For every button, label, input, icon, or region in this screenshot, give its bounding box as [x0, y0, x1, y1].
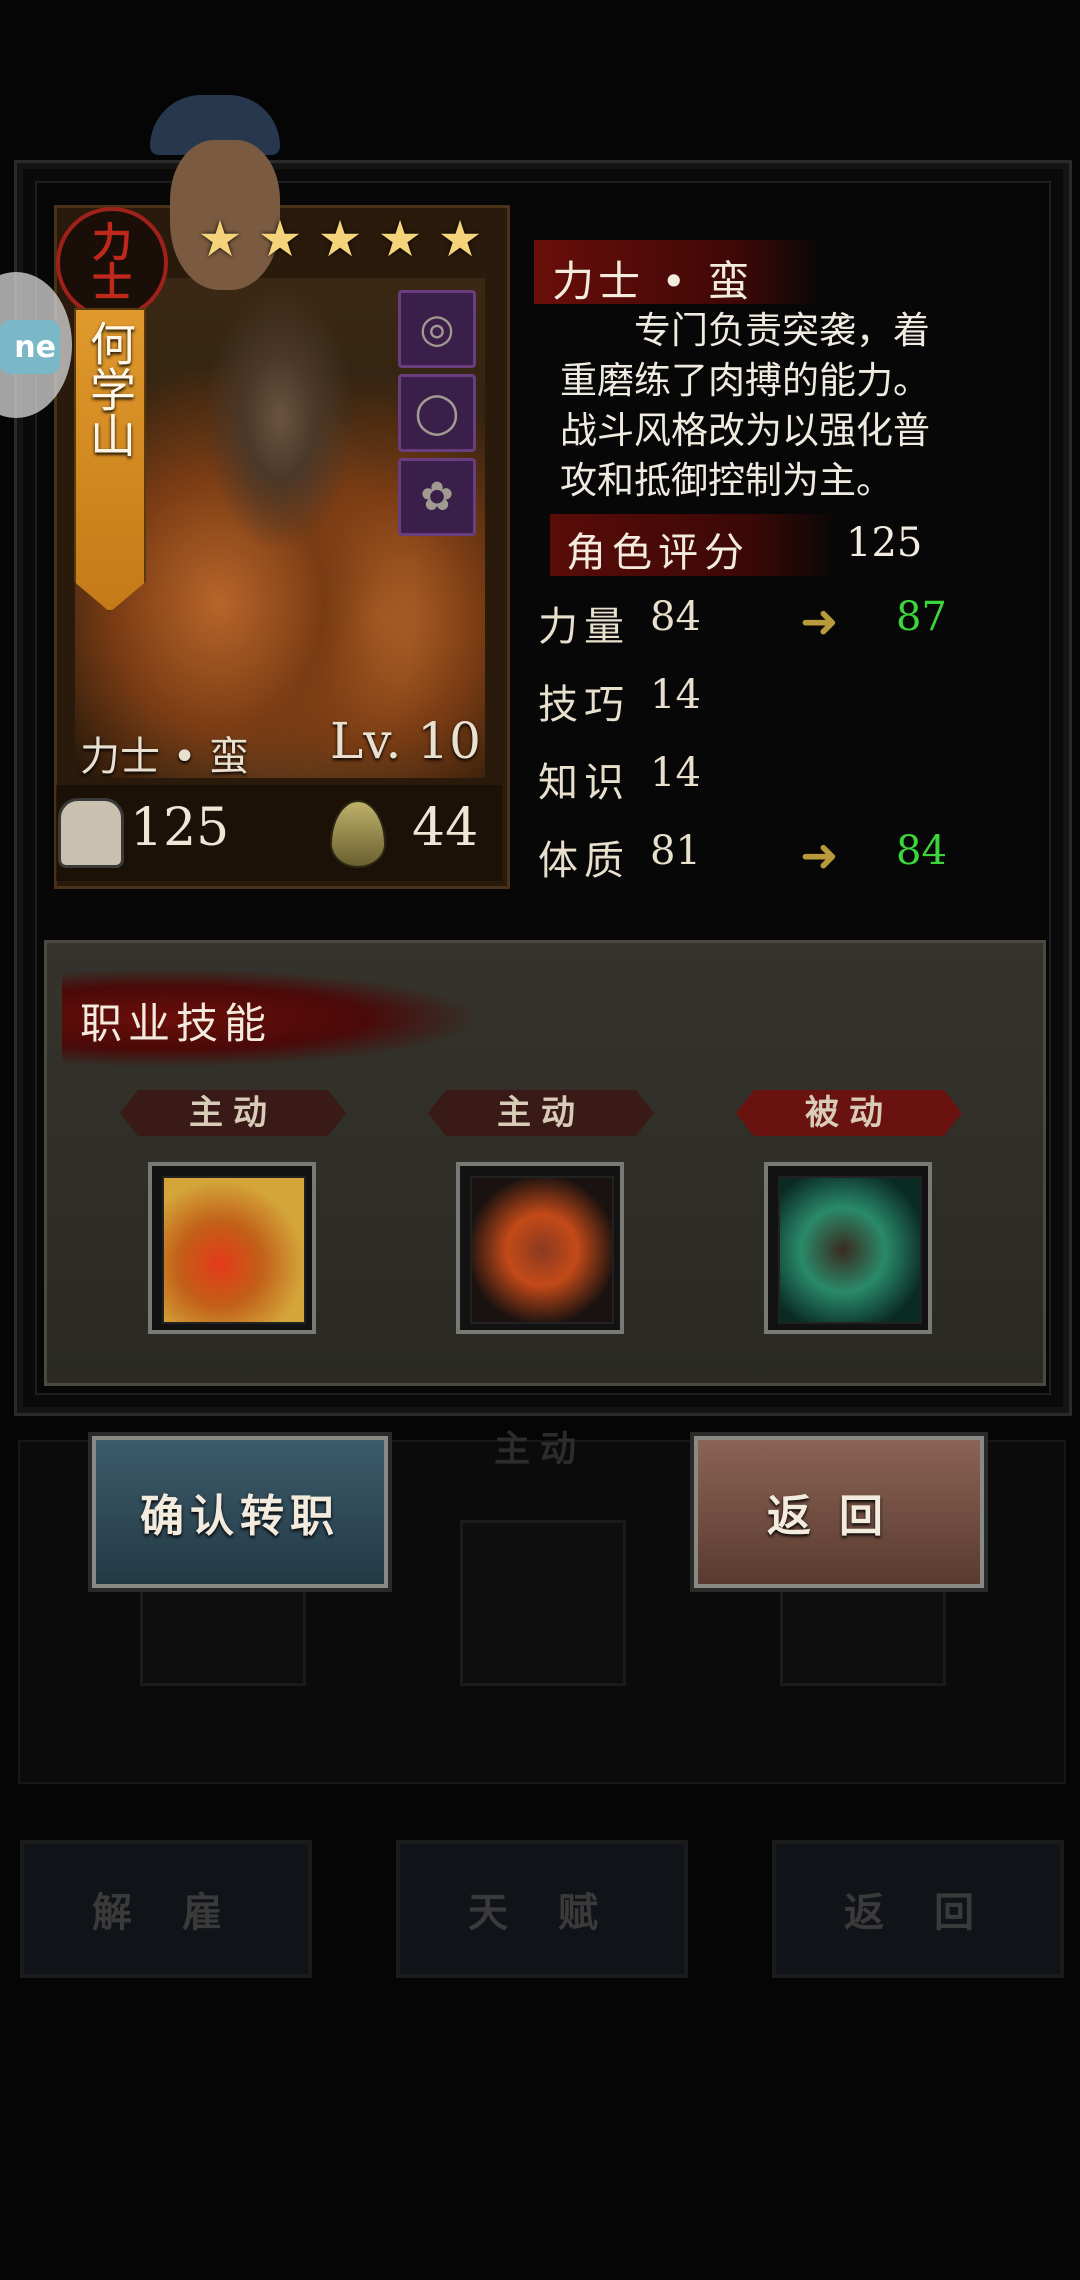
score-label: 角色评分	[566, 530, 750, 576]
star-icon: ★	[197, 210, 243, 268]
stamina-value: 44	[412, 798, 479, 858]
star-rating: ★ ★ ★ ★ ★	[196, 210, 484, 268]
background-skill-slot	[460, 1520, 626, 1686]
stat-value-strength: 84	[650, 594, 701, 640]
equipment-slot-ring[interactable]: ◯	[398, 374, 476, 452]
score-value: 125	[846, 520, 923, 566]
ring-icon: ◎	[419, 306, 455, 352]
fist-icon	[58, 798, 124, 868]
stat-value-constitution: 81	[650, 828, 701, 874]
arrow-right-icon: ➜	[800, 594, 839, 648]
background-dismiss-button: 解 雇	[20, 1840, 312, 1978]
skills-title: 职业技能	[80, 999, 273, 1048]
charm-icon: ✿	[420, 474, 454, 520]
floating-assistant-chip[interactable]: ne	[0, 320, 60, 374]
stat-value-knowledge: 14	[650, 750, 701, 796]
equipment-slot-charm[interactable]: ✿	[398, 458, 476, 536]
stat-label-skill: 技巧	[538, 682, 630, 728]
star-icon: ★	[437, 210, 483, 268]
class-badge-text: 力士	[92, 219, 132, 306]
star-icon: ★	[377, 210, 423, 268]
stat-new-strength: 87	[896, 594, 947, 640]
confirm-class-change-button[interactable]: 确认转职	[88, 1432, 392, 1592]
class-title: 力士 • 蛮	[552, 257, 754, 306]
skill-slot-2[interactable]	[456, 1162, 624, 1334]
ring-icon: ◯	[414, 390, 460, 436]
star-icon: ★	[317, 210, 363, 268]
stat-label-constitution: 体质	[538, 838, 630, 884]
background-skill-tag: 主动	[493, 1428, 586, 1470]
arrow-right-icon: ➜	[800, 828, 839, 882]
equipment-slot-ring[interactable]: ◎	[398, 290, 476, 368]
skill-icon	[470, 1176, 614, 1324]
card-class-name: 力士 • 蛮	[80, 734, 250, 780]
star-icon: ★	[257, 210, 303, 268]
class-badge: 力士	[56, 207, 168, 319]
power-value: 125	[130, 798, 230, 858]
back-button[interactable]: 返回	[690, 1432, 988, 1592]
stat-new-constitution: 84	[896, 828, 947, 874]
skill-tag-passive: 被动	[736, 1090, 962, 1136]
card-level: Lv. 10	[330, 712, 481, 770]
hero-name: 何学山	[83, 320, 137, 458]
background-talent-button: 天 赋	[396, 1840, 688, 1978]
skill-icon	[778, 1176, 922, 1324]
skill-tag-active: 主动	[428, 1090, 654, 1136]
stat-value-skill: 14	[650, 672, 701, 718]
skill-slot-3[interactable]	[764, 1162, 932, 1334]
skill-icon	[162, 1176, 306, 1324]
skill-tag-active: 主动	[120, 1090, 346, 1136]
stat-label-strength: 力量	[538, 604, 630, 650]
background-back-button: 返 回	[772, 1840, 1064, 1978]
stat-label-knowledge: 知识	[538, 760, 630, 806]
class-description: 专门负责突袭，着 重磨练了肉搏的能力。 战斗风格改为以强化普 攻和抵御控制为主。	[560, 309, 930, 502]
skill-slot-1[interactable]	[148, 1162, 316, 1334]
